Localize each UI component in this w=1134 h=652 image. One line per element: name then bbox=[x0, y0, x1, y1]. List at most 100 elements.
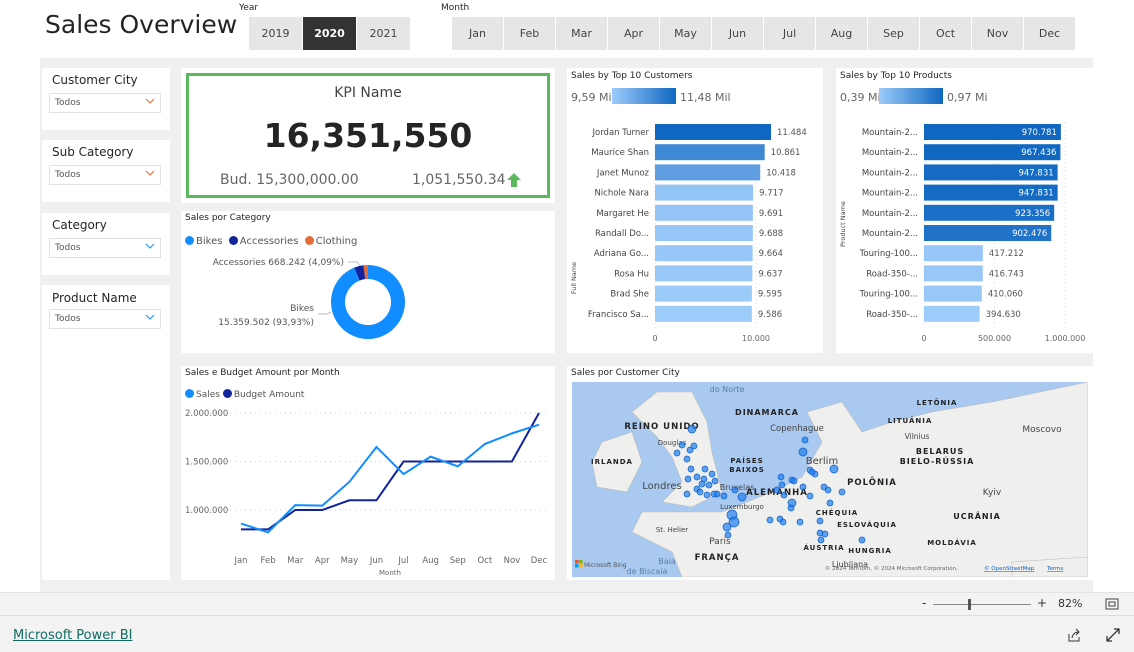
map-bubble[interactable] bbox=[683, 455, 691, 463]
data-label: 947.831 bbox=[1018, 168, 1053, 178]
bar[interactable] bbox=[655, 305, 752, 322]
map-bubble[interactable] bbox=[778, 481, 786, 489]
power-bi-link[interactable]: Microsoft Power BI bbox=[13, 628, 132, 643]
map-bubble[interactable] bbox=[820, 483, 828, 491]
bar[interactable] bbox=[924, 245, 983, 262]
fit-to-page-icon[interactable] bbox=[1105, 598, 1119, 610]
bar[interactable] bbox=[655, 124, 771, 140]
map-bubble[interactable] bbox=[708, 470, 716, 478]
map-bubble[interactable] bbox=[710, 490, 718, 498]
bar[interactable] bbox=[655, 245, 753, 262]
month-tile-sep[interactable]: Sep bbox=[868, 17, 919, 50]
month-tile-apr[interactable]: Apr bbox=[608, 17, 659, 50]
month-tile-jun[interactable]: Jun bbox=[712, 17, 763, 50]
sales-budget-line-card: Sales e Budget Amount por Month Sales Bu… bbox=[181, 366, 555, 580]
terms-link[interactable]: Terms bbox=[1046, 566, 1063, 572]
map-bubble[interactable] bbox=[678, 441, 686, 449]
map-bubble[interactable] bbox=[787, 504, 795, 512]
bar[interactable] bbox=[924, 305, 980, 322]
bar[interactable] bbox=[655, 204, 753, 221]
map-bubble[interactable] bbox=[683, 490, 691, 498]
map-bubble[interactable] bbox=[693, 473, 701, 481]
y-axis-title: Product Name bbox=[839, 201, 847, 247]
year-tile-2021[interactable]: 2021 bbox=[357, 17, 410, 50]
bar[interactable] bbox=[655, 184, 754, 201]
bar[interactable] bbox=[655, 265, 753, 282]
map-bubble[interactable] bbox=[858, 536, 866, 544]
year-tile-2020[interactable]: 2020 bbox=[303, 17, 356, 50]
map-bubble[interactable] bbox=[684, 475, 692, 483]
month-slicer: Month Jan Feb Mar Apr May Jun Jul Aug Sep Oct Nov D… bbox=[441, 0, 1081, 52]
donut-slice-bikes[interactable] bbox=[331, 265, 405, 339]
map-bubble[interactable] bbox=[766, 516, 774, 524]
map-bubble[interactable] bbox=[690, 442, 698, 450]
month-tile-feb[interactable]: Feb bbox=[504, 17, 555, 50]
map-bubble[interactable] bbox=[698, 480, 706, 488]
map-bubble[interactable] bbox=[703, 491, 711, 499]
data-label: 923.356 bbox=[1015, 209, 1050, 219]
month-tile-aug[interactable]: Aug bbox=[816, 17, 867, 50]
map-bubble[interactable] bbox=[790, 477, 798, 485]
month-tile-oct[interactable]: Oct bbox=[920, 17, 971, 50]
month-tile-may[interactable]: May bbox=[660, 17, 711, 50]
map-label: Londres bbox=[642, 481, 681, 492]
bar[interactable] bbox=[655, 144, 765, 161]
map[interactable]: do NorteDINAMARCAREINO UNIDO CopenhagueDo… bbox=[572, 382, 1088, 577]
map-bubble[interactable] bbox=[722, 522, 732, 532]
map-bubble[interactable] bbox=[817, 536, 825, 544]
month-tile-mar[interactable]: Mar bbox=[556, 17, 607, 50]
map-bubble[interactable] bbox=[808, 468, 816, 476]
month-tile-jan[interactable]: Jan bbox=[452, 17, 503, 50]
map-bubble[interactable] bbox=[696, 488, 704, 496]
map-bubble[interactable] bbox=[673, 449, 681, 457]
bar[interactable] bbox=[924, 265, 983, 282]
map-bubble[interactable] bbox=[777, 473, 785, 481]
map-bubble[interactable] bbox=[687, 465, 695, 473]
zoom-slider-handle[interactable] bbox=[968, 599, 971, 610]
map-bubble[interactable] bbox=[687, 424, 697, 434]
x-tick-label: Oct bbox=[477, 556, 492, 566]
map-bubble[interactable] bbox=[838, 488, 846, 496]
slicer-dropdown[interactable]: Todos bbox=[49, 165, 161, 185]
month-tile-nov[interactable]: Nov bbox=[972, 17, 1023, 50]
map-bubble[interactable] bbox=[821, 530, 829, 538]
month-tile-jul[interactable]: Jul bbox=[764, 17, 815, 50]
month-tile-dec[interactable]: Dec bbox=[1024, 17, 1075, 50]
slicer-dropdown[interactable]: Todos bbox=[49, 238, 161, 258]
map-bubble[interactable] bbox=[724, 531, 732, 539]
category-label: Nichole Nara bbox=[594, 189, 649, 199]
map-bubble[interactable] bbox=[806, 492, 814, 500]
slicer-dropdown[interactable]: Todos bbox=[49, 93, 161, 113]
share-icon[interactable] bbox=[1067, 628, 1082, 642]
map-bubble[interactable] bbox=[829, 464, 839, 474]
map-bubble[interactable] bbox=[816, 517, 824, 525]
map-bubble[interactable] bbox=[773, 486, 781, 494]
zoom-out-button[interactable]: - bbox=[922, 596, 926, 610]
map-bubble[interactable] bbox=[737, 492, 747, 502]
category-label: Mountain-2... bbox=[862, 128, 918, 138]
map-bubble[interactable] bbox=[801, 436, 809, 444]
map-bubble[interactable] bbox=[780, 491, 788, 499]
fullscreen-icon[interactable] bbox=[1106, 628, 1120, 642]
map-bubble[interactable] bbox=[779, 518, 787, 526]
map-bubble[interactable] bbox=[701, 465, 709, 473]
bar[interactable] bbox=[655, 285, 752, 302]
map-bubble[interactable] bbox=[705, 481, 713, 489]
zoom-in-button[interactable]: + bbox=[1037, 596, 1047, 610]
map-bubble[interactable] bbox=[720, 492, 728, 500]
slicer-dropdown[interactable]: Todos bbox=[49, 309, 161, 329]
bar[interactable] bbox=[924, 285, 982, 302]
map-bubble[interactable] bbox=[799, 483, 807, 491]
series-line-budget-amount[interactable] bbox=[241, 412, 540, 531]
bar[interactable] bbox=[655, 164, 761, 181]
year-tile-2019[interactable]: 2019 bbox=[249, 17, 302, 50]
osm-link[interactable]: © OpenStreetMap bbox=[984, 565, 1035, 572]
map-bubble[interactable] bbox=[731, 486, 739, 494]
zoom-slider[interactable] bbox=[933, 604, 1031, 605]
map-bubble[interactable] bbox=[826, 499, 834, 507]
bar[interactable] bbox=[655, 225, 753, 241]
map-bubble[interactable] bbox=[798, 447, 808, 457]
map-bubble[interactable] bbox=[796, 518, 804, 526]
map-bubble[interactable] bbox=[711, 477, 719, 485]
data-label: 9.586 bbox=[758, 310, 782, 320]
